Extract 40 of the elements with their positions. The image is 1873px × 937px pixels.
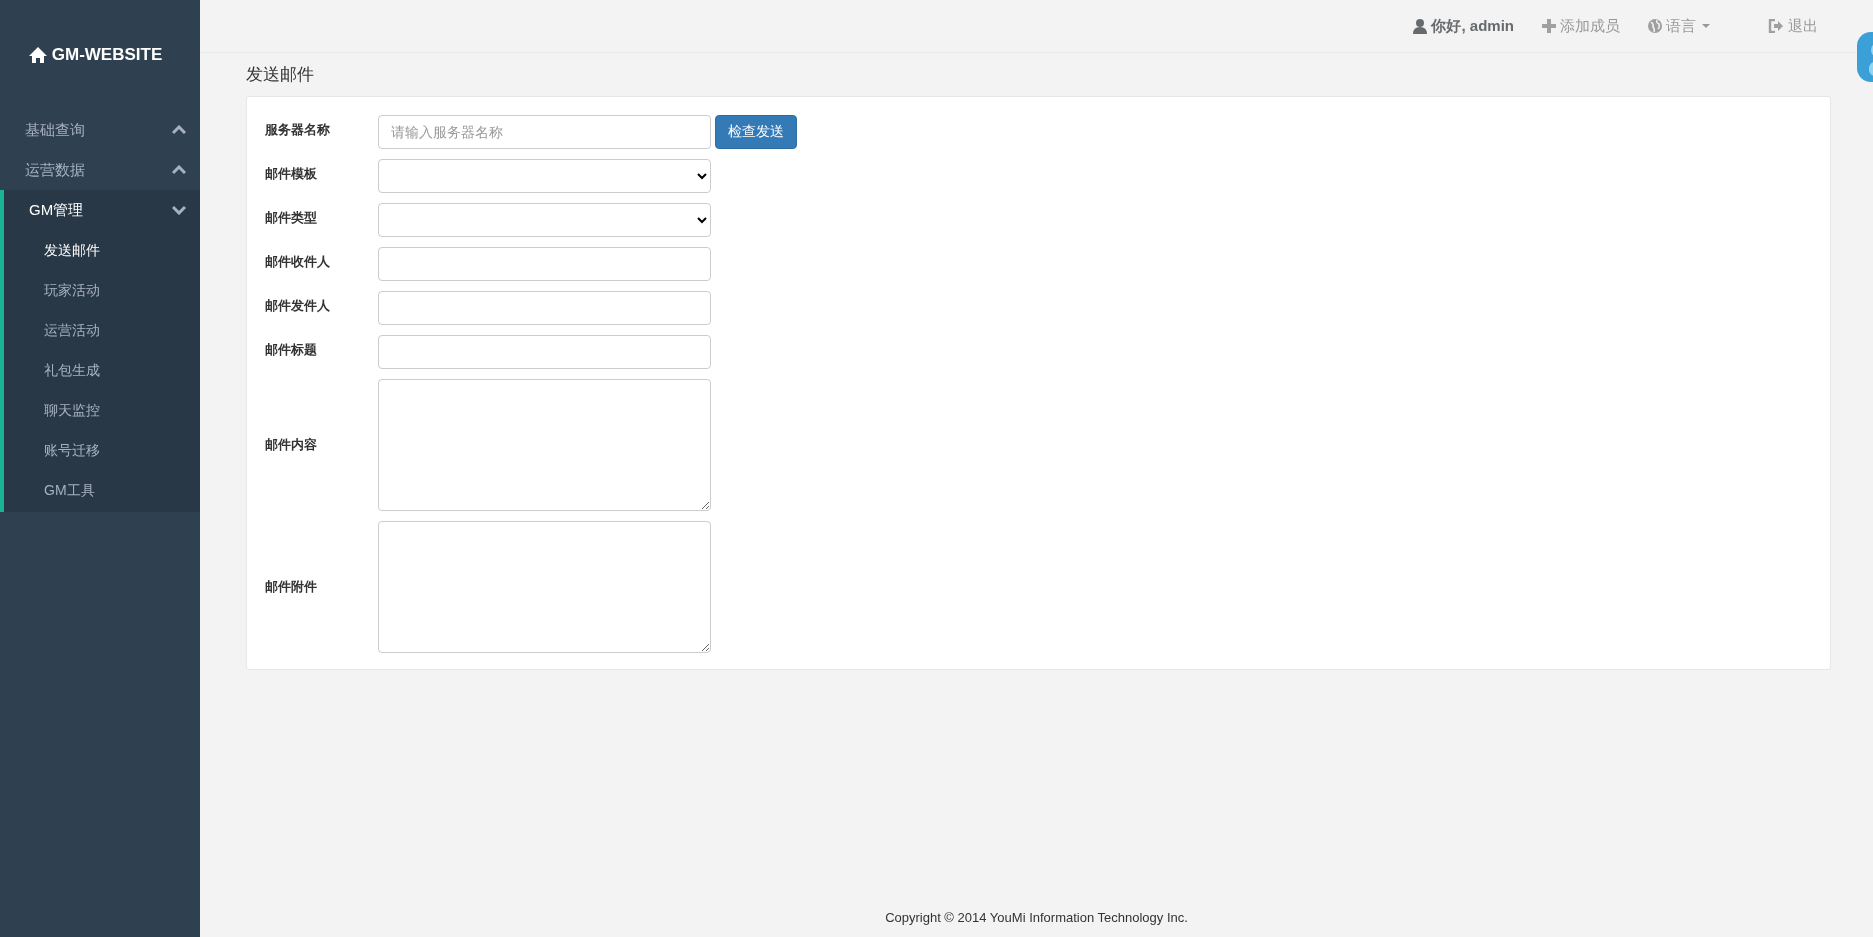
- check-send-button[interactable]: 检查发送: [715, 115, 797, 149]
- field-label: 邮件类型: [265, 209, 318, 227]
- chevron-up-icon: [172, 125, 186, 135]
- text-field[interactable]: [378, 335, 711, 369]
- home-icon: [27, 46, 48, 64]
- submenu-item[interactable]: 礼包生成: [4, 350, 200, 390]
- logout-icon: [1768, 19, 1784, 33]
- field-label: 邮件收件人: [265, 253, 331, 271]
- sidebar-item[interactable]: 基础查询: [25, 120, 85, 140]
- chevron-down-icon: [172, 205, 186, 215]
- chevron-up-icon: [172, 165, 186, 175]
- user-greeting-link[interactable]: 你好, admin: [1413, 16, 1514, 36]
- field-label: 邮件内容: [265, 436, 318, 454]
- dropdown-field[interactable]: [378, 159, 711, 193]
- dropdown-field[interactable]: [378, 203, 711, 237]
- field-label: 邮件发件人: [265, 297, 331, 315]
- submenu-item[interactable]: GM工具: [4, 470, 200, 510]
- sidebar-item[interactable]: 运营数据: [25, 160, 85, 180]
- field-label: 服务器名称: [265, 121, 331, 139]
- copyright-text: Copyright © 2014 YouMi Information Technology Inc.: [885, 910, 1188, 925]
- field-label: 邮件模板: [265, 165, 318, 183]
- submenu-item[interactable]: 玩家活动: [4, 270, 200, 310]
- sidebar-item[interactable]: GM管理: [29, 200, 84, 220]
- text-field[interactable]: 请输入服务器名称: [378, 115, 711, 149]
- page-title: 发送邮件: [246, 64, 315, 86]
- plus-icon: [1542, 19, 1556, 33]
- submenu-item[interactable]: 发送邮件: [4, 230, 200, 270]
- submenu-item[interactable]: 账号迁移: [4, 430, 200, 470]
- submenu-item[interactable]: 聊天监控: [4, 390, 200, 430]
- user-icon: [1413, 18, 1428, 34]
- caret-icon: [1702, 24, 1710, 28]
- globe-icon: [1648, 19, 1662, 33]
- brand-title: GM-WEBSITE: [51, 45, 163, 65]
- text-area[interactable]: [378, 521, 711, 653]
- field-label: 邮件标题: [265, 341, 318, 359]
- field-label: 邮件附件: [265, 578, 318, 596]
- text-field[interactable]: [378, 247, 711, 281]
- submenu-item[interactable]: 运营活动: [4, 310, 200, 350]
- text-area[interactable]: [378, 379, 711, 511]
- text-field[interactable]: [378, 291, 711, 325]
